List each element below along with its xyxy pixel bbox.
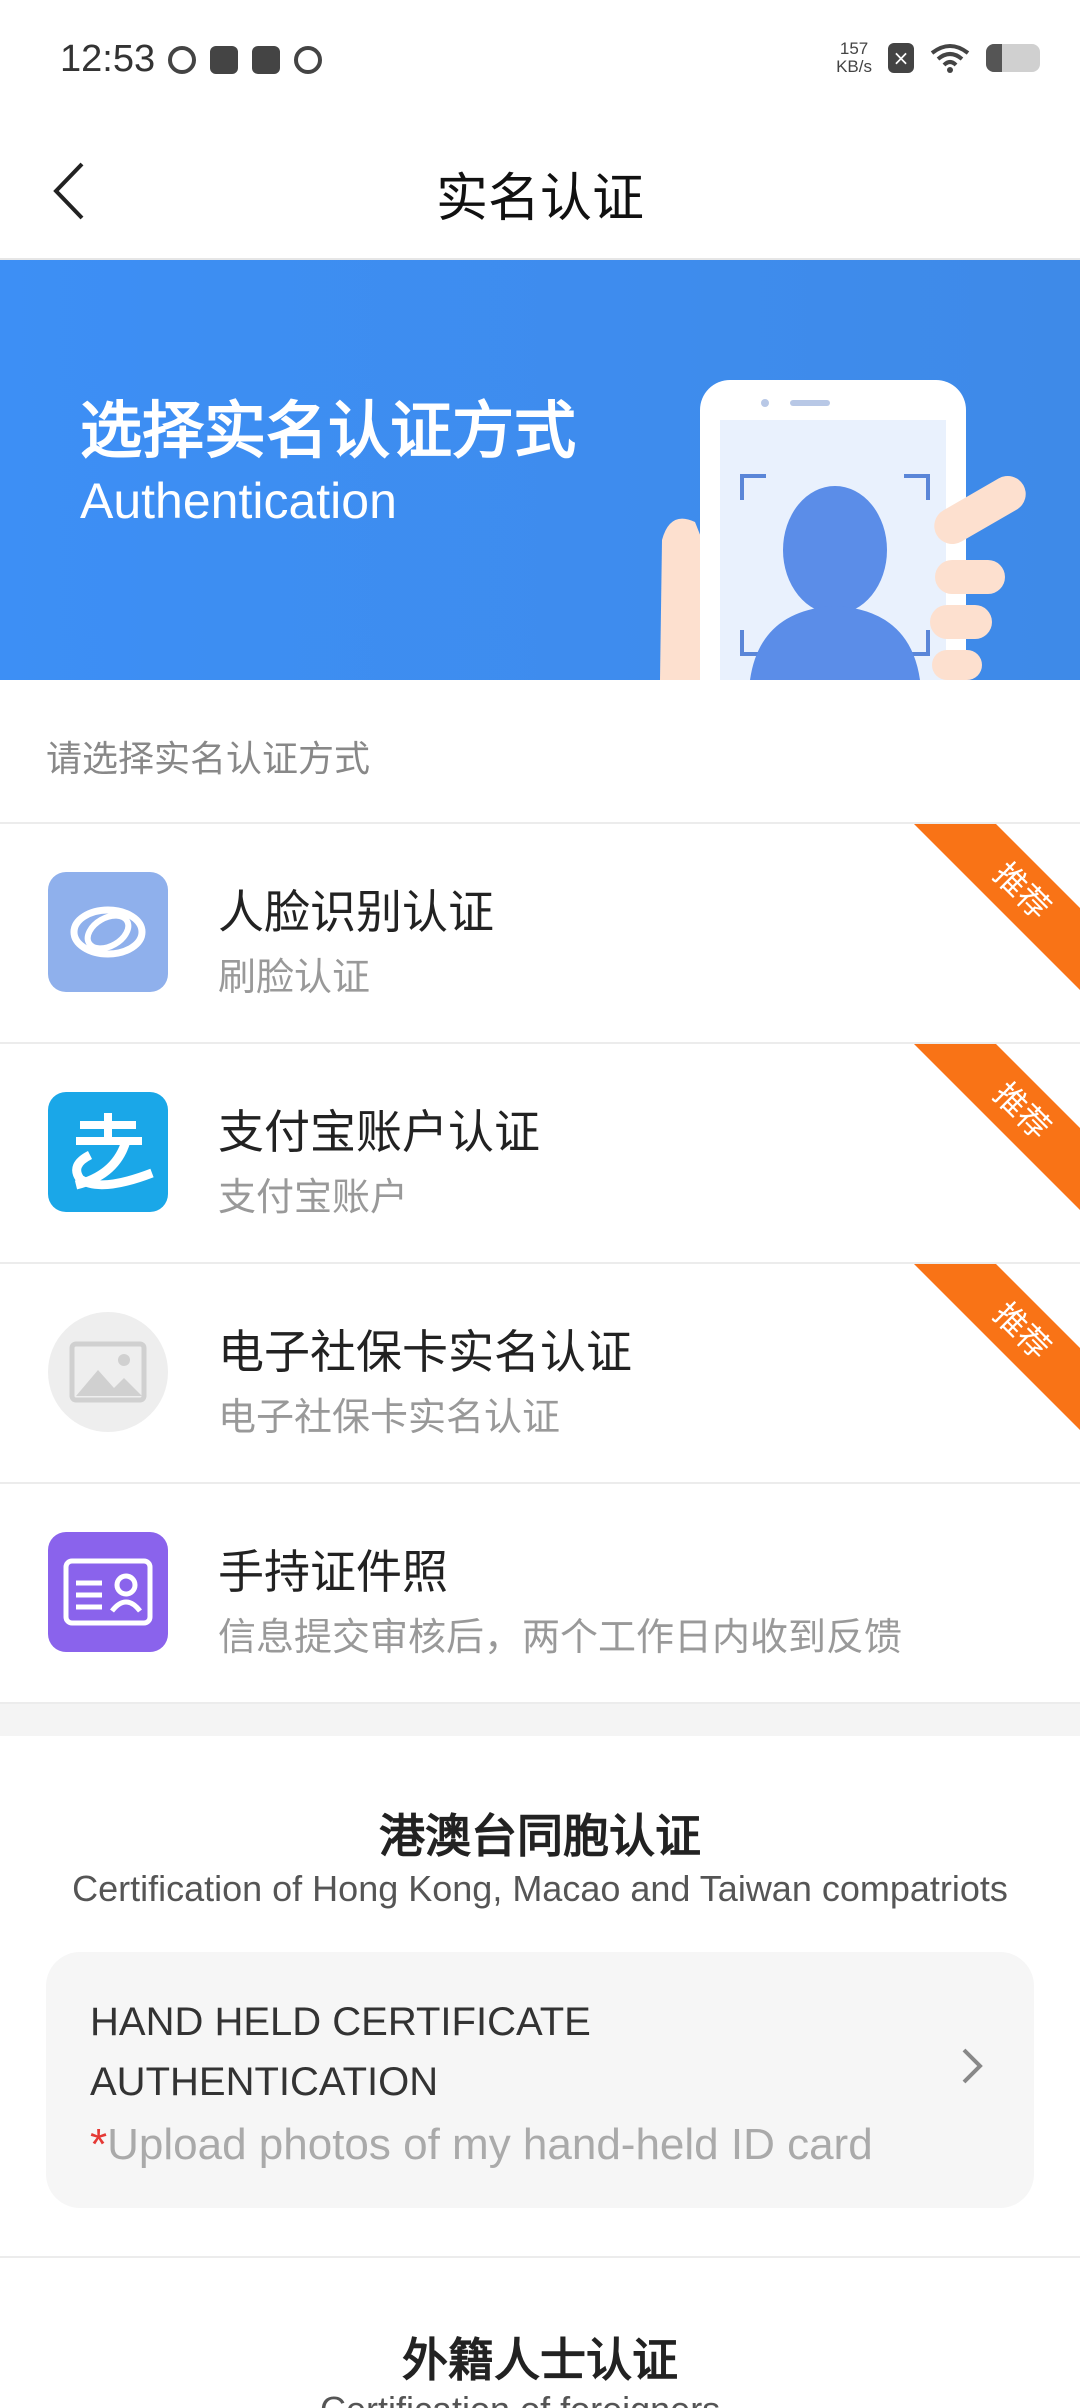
hand-held-certificate-card[interactable]: HAND HELD CERTIFICATE AUTHENTICATION *Up…	[46, 1952, 1034, 2208]
method-title: 手持证件照	[218, 1545, 448, 1599]
foreign-section-subtitle-text: Certification of foreigners	[320, 2390, 760, 2408]
banner-subtitle: Authentication	[80, 473, 397, 529]
method-title: 人脸识别认证	[218, 885, 494, 939]
method-subtitle: 电子社保卡实名认证	[218, 1395, 561, 1439]
method-hint-text: 请选择实名认证方式	[46, 739, 371, 780]
page-title: 实名认证	[435, 169, 644, 229]
method-social-security-card[interactable]: 电子社保卡实名认证 电子社保卡实名认证 推荐	[0, 1264, 1080, 1484]
id-card-icon	[48, 1532, 168, 1652]
alipay-icon	[48, 1092, 168, 1212]
recommend-badge: 推荐	[909, 1044, 1080, 1224]
section-gap	[0, 1704, 1080, 1736]
status-right-icons: 157 KB/s ×	[836, 40, 1040, 76]
cat-app-icon	[294, 46, 322, 74]
no-sim-icon: ×	[888, 43, 914, 73]
hk-section-title: 港澳台同胞认证	[379, 1809, 701, 1863]
card-description-text: Upload photos of my hand-held ID card	[107, 2120, 873, 2169]
method-hand-held-id[interactable]: 手持证件照 信息提交审核后，两个工作日内收到反馈	[0, 1484, 1080, 1704]
method-subtitle: 信息提交审核后，两个工作日内收到反馈	[218, 1615, 903, 1659]
hk-section-subtitle: Certification of Hong Kong, Macao and Ta…	[72, 1868, 1008, 1909]
network-speed: 157 KB/s	[836, 39, 872, 76]
star-app-icon	[210, 46, 238, 74]
method-face-recognition[interactable]: 人脸识别认证 刷脸认证 推荐	[0, 824, 1080, 1044]
status-bar: 12:53 157 KB/s ×	[0, 0, 1080, 126]
recommend-badge: 推荐	[909, 1264, 1080, 1444]
mail-app-icon	[252, 46, 280, 74]
battery-icon	[986, 44, 1040, 72]
banner-title: 选择实名认证方式	[80, 394, 577, 467]
leaf-app-icon	[168, 46, 196, 74]
method-title: 电子社保卡实名认证	[218, 1325, 632, 1379]
method-subtitle: 支付宝账户	[218, 1175, 409, 1219]
card-title: HAND HELD CERTIFICATE AUTHENTICATION	[90, 2000, 591, 2104]
required-mark: *	[90, 2120, 108, 2169]
method-title: 支付宝账户认证	[218, 1105, 540, 1159]
face-recognition-icon	[48, 872, 168, 992]
recommend-badge: 推荐	[909, 824, 1080, 1004]
face-scan-phone-illustration	[660, 380, 1026, 680]
chevron-right-icon	[962, 2048, 983, 2084]
card-description: *Upload photos of my hand-held ID card	[90, 2120, 873, 2170]
method-alipay[interactable]: 支付宝账户认证 支付宝账户 推荐	[0, 1044, 1080, 1264]
foreign-section-subtitle: Certification of foreigners	[320, 2390, 760, 2408]
wifi-icon	[930, 44, 970, 73]
image-placeholder-icon	[48, 1312, 168, 1432]
auth-method-list: 人脸识别认证 刷脸认证 推荐 支付宝账户认证 支付宝账户 推荐 电子社保卡实名认…	[0, 824, 1080, 1704]
nav-bar: 实名认证	[0, 126, 1080, 260]
notification-icons	[168, 46, 322, 74]
foreign-section-title: 外籍人士认证	[402, 2333, 678, 2387]
section-divider	[0, 2256, 1080, 2258]
auth-banner: 选择实名认证方式 Authentication	[0, 260, 1080, 680]
status-time: 12:53	[60, 38, 156, 80]
method-subtitle: 刷脸认证	[218, 955, 371, 999]
method-hint: 请选择实名认证方式	[0, 680, 1080, 824]
